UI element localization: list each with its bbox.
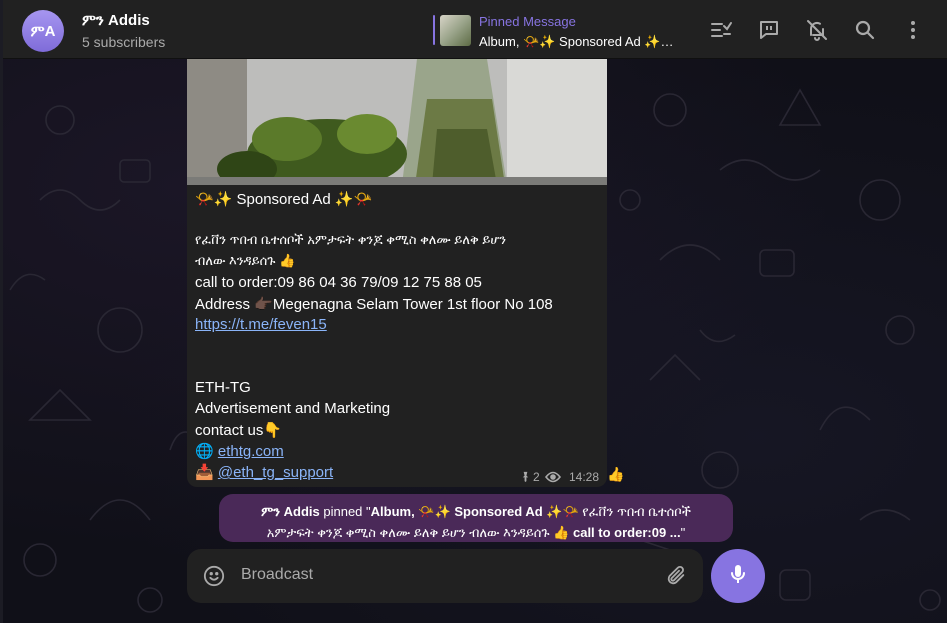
reaction-thumbs-up[interactable]: 👍 — [607, 466, 624, 483]
views-eye-icon — [544, 471, 562, 486]
pinned-thumbnail — [440, 15, 471, 46]
service-amharic-2: አምታፍት ቀንጆ ቀሚስ ቀለሙ ይለቅ ይሆን ብለው እንዳይሰጉ 👍 — [266, 525, 573, 540]
post-ethtg: ETH-TG — [195, 379, 251, 396]
service-sponsored: Sponsored Ad — [454, 504, 543, 519]
post-amharic-line-1: የፈቨን ጥበብ ቤተሰቦች አምታፍት ቀንጆ ቀሚስ ቀለሙ ይለቅ ይሆን — [195, 232, 507, 247]
voice-record-button[interactable] — [711, 549, 765, 603]
inbox-tray-icon: 📥 — [195, 464, 214, 481]
post-amharic-line-2: ብለው እንዳይሰጉ 👍 — [195, 253, 296, 268]
pinned-service-message[interactable]: ምን Addis pinned "Album, 📯✨ Sponsored Ad … — [219, 494, 733, 542]
service-amharic-1: ✨📯 የፈቨን ጥበብ ቤተሰቦች — [542, 504, 691, 519]
pinned-preview-text: Album, 📯✨ Sponsored Ad ✨… — [479, 34, 674, 49]
service-action: pinned " — [319, 504, 371, 519]
topics-icon[interactable] — [708, 17, 734, 43]
service-emoji-1: 📯✨ — [414, 504, 455, 519]
post-time: 14:28 — [569, 470, 600, 484]
service-line-2: አምታፍት ቀንጆ ቀሚስ ቀለሙ ይለቅ ይሆን ብለው እንዳይሰጉ 👍 c… — [229, 522, 723, 543]
post-link-feven[interactable]: https://t.me/feven15 — [195, 316, 327, 333]
channel-title[interactable]: ምን Addis — [82, 12, 150, 29]
microphone-icon — [726, 562, 750, 591]
window-edge — [0, 0, 3, 623]
broadcast-input[interactable]: Broadcast — [241, 566, 313, 584]
album-photo[interactable] — [187, 59, 607, 185]
service-actor: ምን Addis — [261, 504, 320, 519]
pinned-indicator-bar — [433, 15, 435, 45]
subscriber-count: 5 subscribers — [82, 34, 166, 50]
post-support-row: 📥 @eth_tg_support — [195, 463, 333, 481]
search-icon[interactable] — [852, 17, 878, 43]
post-ad-title: 📯✨ Sponsored Ad ✨📯 — [195, 191, 373, 208]
live-chat-icon[interactable] — [756, 17, 782, 43]
pin-count: 2 — [533, 470, 540, 484]
channel-post[interactable]: 📯✨ Sponsored Ad ✨📯 የፈቨን ጥበብ ቤተሰቦች አምታፍት … — [187, 59, 607, 487]
pin-icon — [520, 471, 531, 485]
message-composer: Broadcast — [187, 549, 703, 603]
post-advertisement: Advertisement and Marketing — [195, 400, 391, 417]
pinned-title: Pinned Message — [479, 14, 576, 29]
service-album: Album, — [370, 504, 415, 519]
channel-avatar[interactable]: ምA — [22, 10, 64, 52]
attach-icon[interactable] — [665, 565, 687, 587]
post-address: Address 👉🏿Megenagna Selam Tower 1st floo… — [195, 296, 553, 313]
service-line-1: ምን Addis pinned "Album, 📯✨ Sponsored Ad … — [229, 501, 723, 522]
post-meta: 2 14:28 — [517, 468, 607, 486]
post-link-website[interactable]: ethtg.com — [218, 443, 284, 460]
post-link-support[interactable]: @eth_tg_support — [218, 464, 333, 481]
pinned-message-banner[interactable]: Pinned Message Album, 📯✨ Sponsored Ad ✨… — [433, 13, 683, 49]
post-website-row: 🌐 ethtg.com — [195, 442, 284, 460]
mute-icon[interactable] — [804, 17, 830, 43]
chat-header: ምA ምን Addis 5 subscribers Pinned Message… — [3, 0, 947, 59]
more-vertical-icon[interactable] — [900, 17, 926, 43]
globe-icon: 🌐 — [195, 443, 214, 460]
post-call-to-order: call to order:09 86 04 36 79/09 12 75 88… — [195, 274, 482, 291]
service-call: call to order:09 ... — [572, 525, 681, 540]
emoji-icon[interactable] — [203, 565, 225, 587]
service-close-quote: " — [680, 525, 686, 540]
post-contact-us: contact us👇 — [195, 422, 283, 439]
